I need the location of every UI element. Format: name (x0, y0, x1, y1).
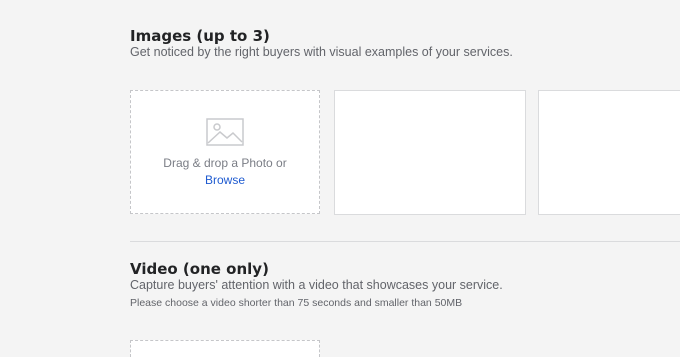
video-size-note: Please choose a video shorter than 75 se… (130, 297, 463, 309)
browse-link[interactable]: Browse (205, 173, 245, 187)
image-dropzone[interactable]: Drag & drop a Photo or Browse (130, 90, 320, 214)
images-section-subtitle: Get noticed by the right buyers with vis… (130, 45, 513, 59)
section-divider (130, 241, 680, 242)
images-section-title: Images (up to 3) (130, 27, 270, 45)
image-slot-2[interactable] (334, 90, 526, 215)
video-dropzone[interactable] (130, 340, 320, 357)
video-section-title: Video (one only) (130, 260, 269, 278)
dropzone-text: Drag & drop a Photo or (163, 155, 287, 170)
video-section-subtitle: Capture buyers' attention with a video t… (130, 278, 503, 292)
image-slot-3[interactable] (538, 90, 680, 215)
image-icon (206, 117, 244, 146)
